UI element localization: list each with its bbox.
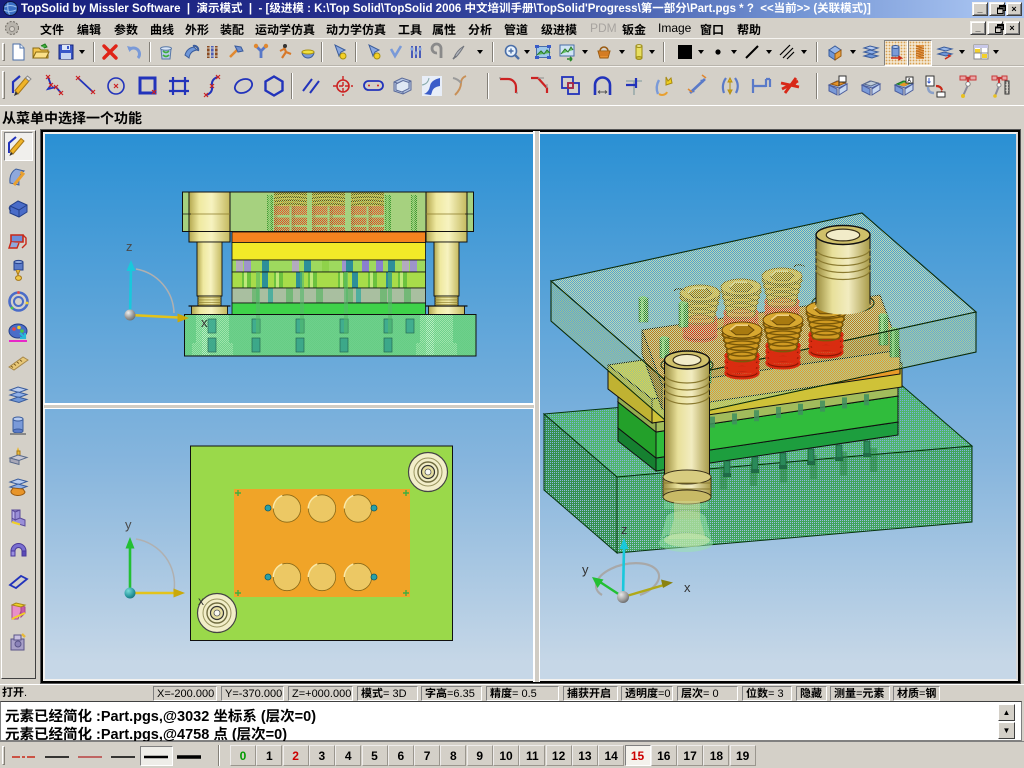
svg-text:y: y	[582, 562, 589, 577]
svg-text:x: x	[201, 315, 208, 330]
svg-text:z: z	[126, 239, 133, 254]
svg-text:x: x	[684, 580, 691, 595]
svg-text:z: z	[621, 522, 628, 537]
svg-text:y: y	[125, 517, 132, 532]
svg-text:x: x	[198, 594, 204, 608]
